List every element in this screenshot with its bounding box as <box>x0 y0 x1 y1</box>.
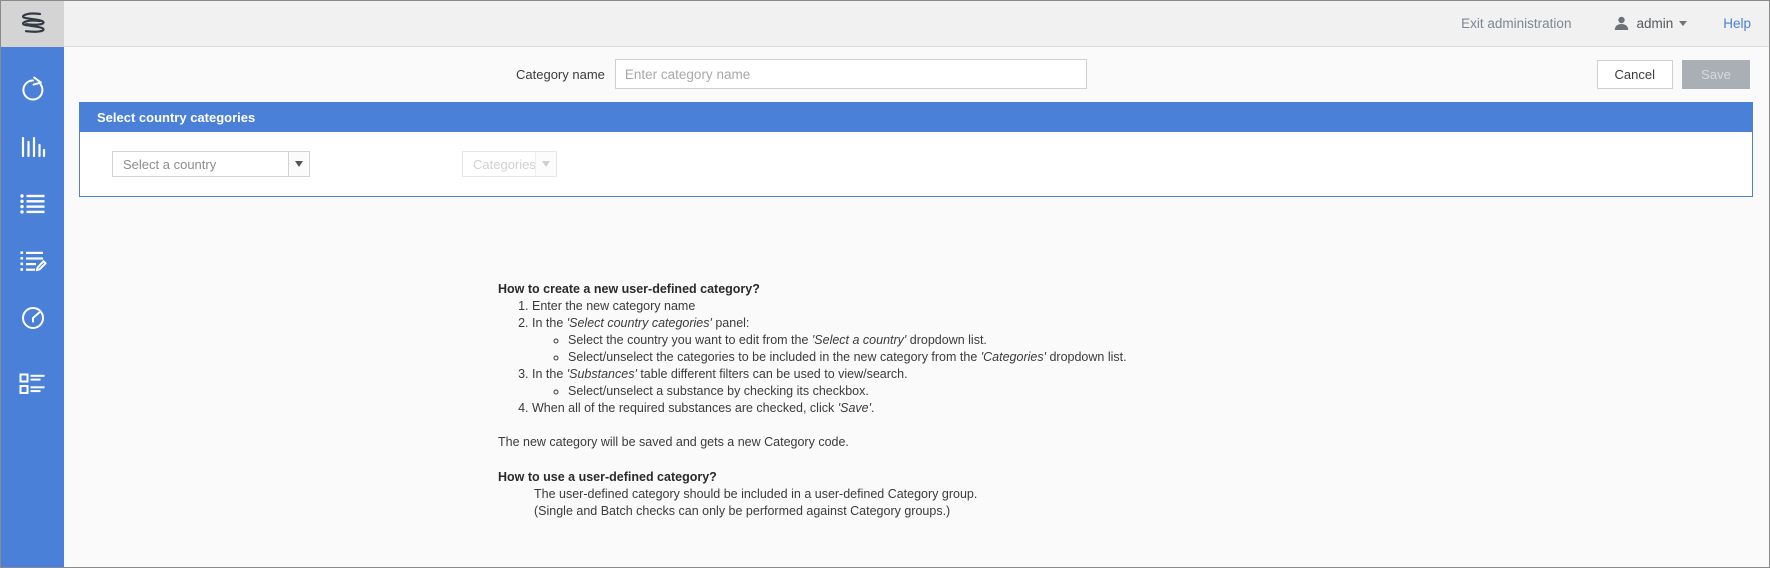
category-name-input[interactable] <box>615 59 1087 89</box>
instructions-heading-use: How to use a user-defined category? <box>498 469 1127 486</box>
categories-dropdown-toggle[interactable] <box>535 152 556 176</box>
save-button[interactable]: Save <box>1682 60 1750 89</box>
instructions-substeps-3: Select/unselect a substance by checking … <box>568 383 1127 400</box>
step-2b-pre: Select/unselect the categories to be inc… <box>568 350 981 364</box>
step-3-post: table different filters can be used to v… <box>637 367 908 381</box>
list-item: In the 'Substances' table different filt… <box>532 366 1127 400</box>
list-item: Select/unselect a substance by checking … <box>568 383 1127 400</box>
step-3a-text: Select/unselect a substance by checking … <box>568 384 869 398</box>
panel-body: Select a country Categories (0) <box>80 132 1752 196</box>
clock-icon <box>18 303 48 333</box>
person-icon <box>1613 15 1630 32</box>
refresh-circle-icon <box>18 75 48 105</box>
bar-chart-icon <box>18 133 48 161</box>
instructions-note: The new category will be saved and gets … <box>498 434 1127 451</box>
chevron-down-icon <box>1679 21 1687 26</box>
step-2-pre: In the <box>532 316 567 330</box>
step-2-post: panel: <box>712 316 750 330</box>
list-item: When all of the required substances are … <box>532 400 1127 417</box>
step-3-emphasis: 'Substances' <box>567 367 637 381</box>
step-2a-emphasis: 'Select a country' <box>812 333 906 347</box>
list-item: Select the country you want to edit from… <box>568 332 1127 349</box>
categories-value: Categories (0) <box>463 152 535 176</box>
step-2b-emphasis: 'Categories' <box>981 350 1046 364</box>
categories-dropdown[interactable]: Categories (0) <box>462 151 557 177</box>
exit-administration-link[interactable]: Exit administration <box>1461 16 1571 31</box>
instructions-usage-1: The user-defined category should be incl… <box>534 486 1127 503</box>
user-menu[interactable]: admin <box>1613 15 1687 32</box>
toolbar-actions: Cancel Save <box>1597 60 1750 89</box>
category-name-label: Category name <box>516 67 605 82</box>
step-4-post: . <box>871 401 874 415</box>
list-icon <box>18 191 48 217</box>
instructions-usage-2: (Single and Batch checks can only be per… <box>534 503 1127 520</box>
instructions-heading-create: How to create a new user-defined categor… <box>498 281 1127 298</box>
stacked-layers-logo-icon <box>18 11 48 37</box>
step-4-pre: When all of the required substances are … <box>532 401 838 415</box>
panel-header: Select country categories <box>80 103 1752 132</box>
select-country-dropdown-toggle[interactable] <box>288 152 309 176</box>
top-header-bar: Exit administration admin Help <box>64 1 1769 47</box>
app-logo[interactable] <box>1 1 64 47</box>
step-2-emphasis: 'Select country categories' <box>567 316 712 330</box>
left-sidebar <box>1 1 64 567</box>
user-name-label: admin <box>1636 16 1673 31</box>
panel-title: Select country categories <box>97 110 255 125</box>
sidebar-item-edit-list[interactable] <box>1 232 64 289</box>
select-country-value: Select a country <box>113 152 288 176</box>
list-item: In the 'Select country categories' panel… <box>532 315 1127 366</box>
instructions-steps: Enter the new category name In the 'Sele… <box>532 298 1127 417</box>
help-link[interactable]: Help <box>1723 16 1751 31</box>
step-2b-post: dropdown list. <box>1046 350 1127 364</box>
instructions-block: How to create a new user-defined categor… <box>498 281 1127 520</box>
form-toolbar: Category name Cancel Save <box>64 48 1769 104</box>
select-country-dropdown[interactable]: Select a country <box>112 151 310 177</box>
report-blocks-icon <box>18 371 48 397</box>
chevron-down-icon <box>295 161 303 167</box>
application-window: Exit administration admin Help Category … <box>0 0 1770 568</box>
category-name-field-group: Category name <box>516 59 1087 89</box>
list-item: Select/unselect the categories to be inc… <box>568 349 1127 366</box>
list-edit-icon <box>18 248 48 274</box>
list-item: Enter the new category name <box>532 298 1127 315</box>
step-2a-post: dropdown list. <box>906 333 987 347</box>
sidebar-item-charts[interactable] <box>1 118 64 175</box>
step-2a-pre: Select the country you want to edit from… <box>568 333 812 347</box>
step-3-pre: In the <box>532 367 567 381</box>
sidebar-item-list[interactable] <box>1 175 64 232</box>
select-country-categories-panel: Select country categories Select a count… <box>79 102 1753 197</box>
sidebar-item-refresh[interactable] <box>1 61 64 118</box>
chevron-down-icon <box>542 161 550 167</box>
cancel-button[interactable]: Cancel <box>1597 60 1673 89</box>
instructions-substeps-2: Select the country you want to edit from… <box>568 332 1127 366</box>
sidebar-item-reports[interactable] <box>1 355 64 412</box>
sidebar-item-history[interactable] <box>1 289 64 346</box>
step-4-emphasis: 'Save' <box>838 401 871 415</box>
step-1-text: Enter the new category name <box>532 299 695 313</box>
